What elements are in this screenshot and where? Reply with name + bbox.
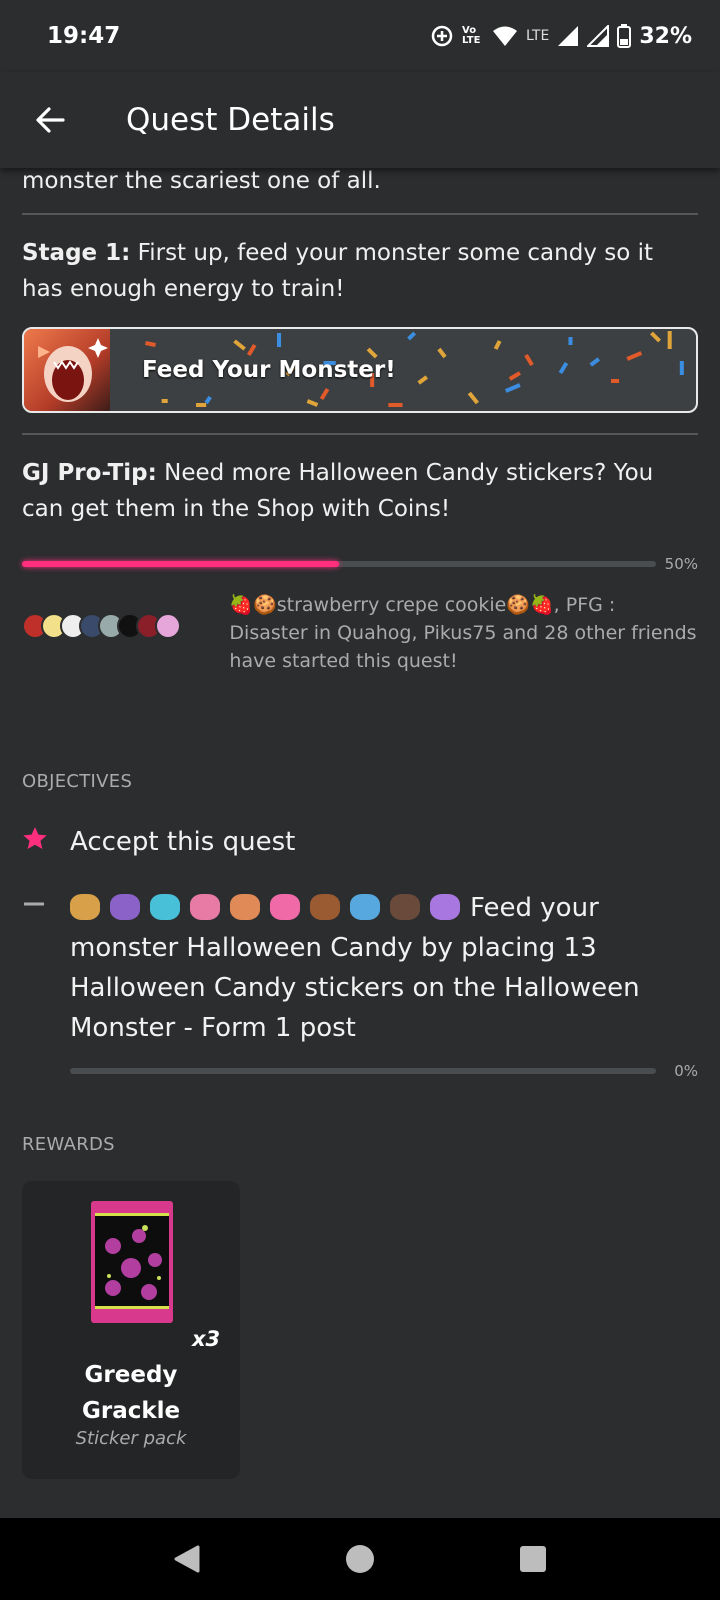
candy-sticker-icon xyxy=(190,894,220,920)
signal-2-icon xyxy=(587,25,610,47)
avatar xyxy=(155,613,181,639)
back-button[interactable] xyxy=(0,72,100,168)
signal-icon xyxy=(558,26,579,46)
friends-started-text: 🍓🍪strawberry crepe cookie🍪🍓, PFG : Disas… xyxy=(229,594,697,672)
objective-item: Accept this quest xyxy=(0,822,720,862)
banner-label: Feed Your Monster! xyxy=(142,357,396,383)
battery-icon xyxy=(617,24,632,48)
candy-sticker-icon xyxy=(390,894,420,920)
candy-sticker-icon xyxy=(150,894,180,920)
status-bar: 19:47 Vo LTE LTE 32% xyxy=(0,0,720,72)
star-icon xyxy=(22,822,70,862)
objective-progress-track xyxy=(70,1068,656,1074)
nav-recents-icon[interactable] xyxy=(518,1544,548,1574)
stage-label: Stage 1: xyxy=(22,240,131,266)
wifi-icon xyxy=(493,26,518,46)
reward-multiplier: x3 xyxy=(192,1327,221,1351)
network-type-label: LTE xyxy=(526,28,550,44)
quest-progress-track xyxy=(22,561,656,567)
nav-back-icon[interactable] xyxy=(172,1544,202,1574)
objective-progress-percent: 0% xyxy=(674,1062,698,1080)
feed-monster-banner[interactable]: Feed Your Monster! xyxy=(22,327,698,413)
dash-icon xyxy=(22,888,70,1048)
friends-started[interactable]: 🍓🍪strawberry crepe cookie🍪🍓, PFG : Disas… xyxy=(0,591,720,675)
page-title: Quest Details xyxy=(126,102,335,138)
candy-sticker-icons xyxy=(70,893,470,923)
candy-sticker-icon xyxy=(230,894,260,920)
objectives-heading: OBJECTIVES xyxy=(22,771,133,792)
candy-sticker-icon xyxy=(430,894,460,920)
data-saver-icon xyxy=(431,25,453,47)
volte-icon: Vo LTE xyxy=(462,25,481,46)
quest-content[interactable]: monster the scariest one of all. Stage 1… xyxy=(0,168,720,1479)
friend-avatars[interactable] xyxy=(22,613,221,675)
reward-name: Greedy Grackle xyxy=(82,1362,181,1424)
sticker-pack-image xyxy=(91,1201,173,1323)
reward-type: Sticker pack xyxy=(75,1428,187,1449)
app-bar: Quest Details xyxy=(0,72,720,168)
objective-feed: Feed your monster Halloween Candy by pla… xyxy=(70,888,690,1048)
intro-text: monster the scariest one of all. xyxy=(22,168,381,194)
candy-sticker-icon xyxy=(70,894,100,920)
divider xyxy=(22,213,698,215)
objective-item: Feed your monster Halloween Candy by pla… xyxy=(0,888,720,1048)
candy-sticker-icon xyxy=(110,894,140,920)
divider xyxy=(22,433,698,435)
quest-progress: 50% xyxy=(0,555,720,573)
quest-progress-fill xyxy=(22,561,339,567)
status-icons: Vo LTE LTE 32% xyxy=(430,24,692,49)
battery-percent: 32% xyxy=(639,23,692,49)
system-nav-bar xyxy=(0,1518,720,1600)
tip-label: GJ Pro-Tip: xyxy=(22,460,157,486)
candy-sticker-icon xyxy=(310,894,340,920)
arrow-left-icon xyxy=(36,107,65,133)
candy-sticker-icon xyxy=(270,894,300,920)
objective-text: Accept this quest xyxy=(70,827,296,857)
pro-tip: GJ Pro-Tip: Need more Halloween Candy st… xyxy=(0,455,720,527)
objective-progress: 0% xyxy=(0,1062,720,1080)
stage-description: Stage 1: First up, feed your monster som… xyxy=(0,235,720,307)
rewards-heading: REWARDS xyxy=(22,1134,115,1155)
candy-sticker-icon xyxy=(350,894,380,920)
reward-card[interactable]: x3 Greedy Grackle Sticker pack xyxy=(22,1181,240,1479)
quest-progress-percent: 50% xyxy=(664,555,698,573)
nav-home-icon[interactable] xyxy=(345,1544,375,1574)
status-time: 19:47 xyxy=(47,23,121,49)
